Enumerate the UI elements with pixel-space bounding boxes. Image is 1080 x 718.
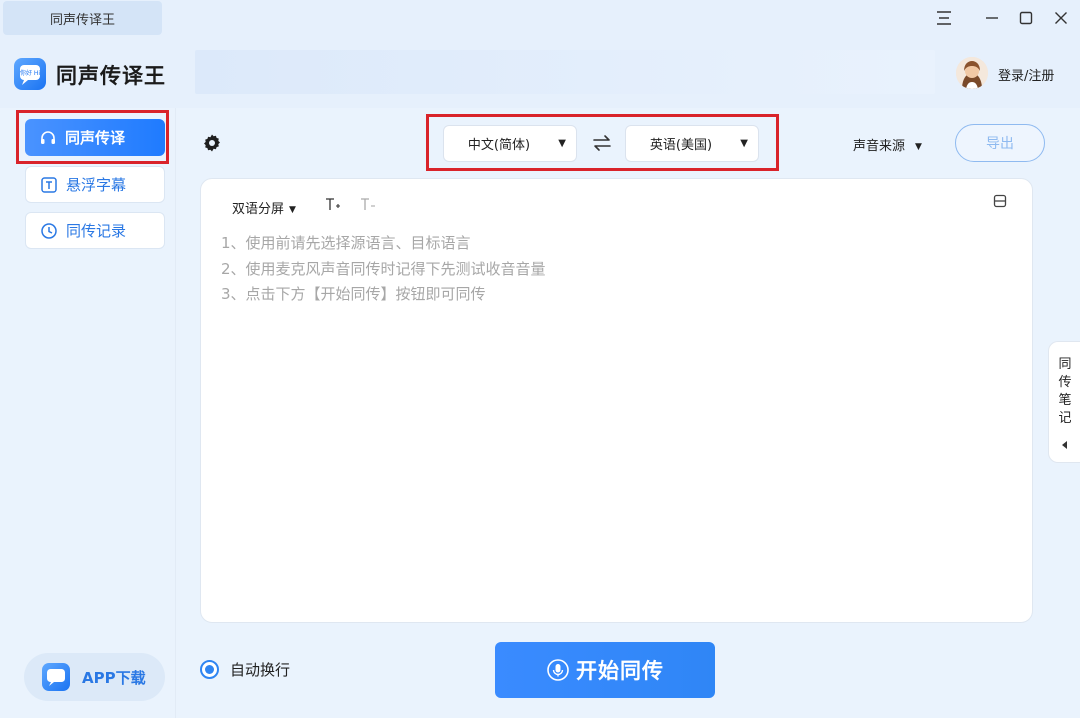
sidebar-item-interpretation-history[interactable]: 同传记录 xyxy=(25,212,165,249)
auto-wrap-toggle[interactable]: 自动换行 xyxy=(200,659,290,680)
hint-line: 2、使用麦克风声音同传时记得下先测试收音音量 xyxy=(221,260,546,278)
source-language-value: 中文(简体) xyxy=(467,138,531,153)
sidebar: 同声传译 悬浮字幕 同传记录 APP下载 xyxy=(0,108,176,718)
app-download-button[interactable]: APP下载 xyxy=(24,653,165,701)
sidebar-item-simultaneous-interpretation[interactable]: 同声传译 xyxy=(25,119,165,156)
split-layout-icon[interactable] xyxy=(993,193,1007,208)
clock-icon xyxy=(40,222,58,240)
display-mode-dropdown[interactable]: 双语分屏 ▼ xyxy=(232,198,296,217)
app-download-label: APP下载 xyxy=(82,668,146,687)
display-mode-label: 双语分屏 xyxy=(232,202,285,217)
close-icon[interactable] xyxy=(1050,7,1072,29)
export-button[interactable]: 导出 xyxy=(955,124,1045,162)
font-size-increase-icon[interactable] xyxy=(325,197,341,217)
window-tab-title[interactable]: 同声传译王 xyxy=(3,1,162,35)
target-language-value: 英语(美国) xyxy=(649,138,713,153)
auto-wrap-label: 自动换行 xyxy=(230,661,291,679)
caret-down-icon: ▼ xyxy=(740,138,748,149)
maximize-icon[interactable] xyxy=(1015,7,1037,29)
auto-wrap-radio[interactable] xyxy=(200,660,219,679)
sound-source-label: 声音来源 xyxy=(853,139,906,154)
title-bar: 同声传译王 xyxy=(0,0,1080,36)
target-language-select[interactable]: 英语(美国) ▼ xyxy=(625,125,759,162)
transcript-panel: 双语分屏 ▼ 1、使用前请先选择源语言、目标语言 2、使用麦克风声音同传时记得下先… xyxy=(200,178,1033,623)
avatar[interactable] xyxy=(956,57,988,89)
sidebar-item-floating-subtitles[interactable]: 悬浮字幕 xyxy=(25,166,165,203)
caret-down-icon: ▼ xyxy=(915,141,922,152)
app-logo-icon: 你好 Hi xyxy=(14,58,46,90)
sidebar-item-label: 悬浮字幕 xyxy=(66,176,127,194)
app-logo-icon xyxy=(42,663,70,691)
collapse-arrow-icon xyxy=(1060,435,1070,449)
gear-icon[interactable] xyxy=(201,132,223,154)
font-size-decrease-icon[interactable] xyxy=(360,197,376,217)
microphone-icon xyxy=(546,658,570,682)
menu-icon[interactable] xyxy=(933,7,955,29)
header-banner xyxy=(195,50,935,94)
headphones-icon xyxy=(39,129,57,147)
start-button-label: 开始同传 xyxy=(576,659,664,683)
caret-down-icon: ▼ xyxy=(289,204,296,215)
app-name: 同声传译王 xyxy=(56,64,166,88)
notes-tab-label: 同传笔记 xyxy=(1058,357,1072,426)
app-header: 你好 Hi 同声传译王 登录/注册 xyxy=(0,36,1080,108)
caret-down-icon: ▼ xyxy=(558,138,566,149)
login-register-link[interactable]: 登录/注册 xyxy=(998,65,1054,84)
source-language-select[interactable]: 中文(简体) ▼ xyxy=(443,125,577,162)
sidebar-item-label: 同声传译 xyxy=(65,129,126,147)
minimize-icon[interactable] xyxy=(981,7,1003,29)
interpretation-notes-tab[interactable]: 同传笔记 xyxy=(1048,341,1080,463)
hint-line: 3、点击下方【开始同传】按钮即可同传 xyxy=(221,285,486,303)
hint-line: 1、使用前请先选择源语言、目标语言 xyxy=(221,234,471,252)
sidebar-item-label: 同传记录 xyxy=(66,222,127,240)
start-interpretation-button[interactable]: 开始同传 xyxy=(495,642,715,698)
sound-source-dropdown[interactable]: 声音来源 ▼ xyxy=(853,135,922,154)
logo-text: 你好 Hi xyxy=(20,69,40,77)
swap-languages-icon[interactable] xyxy=(591,133,613,153)
text-box-icon xyxy=(40,176,58,194)
